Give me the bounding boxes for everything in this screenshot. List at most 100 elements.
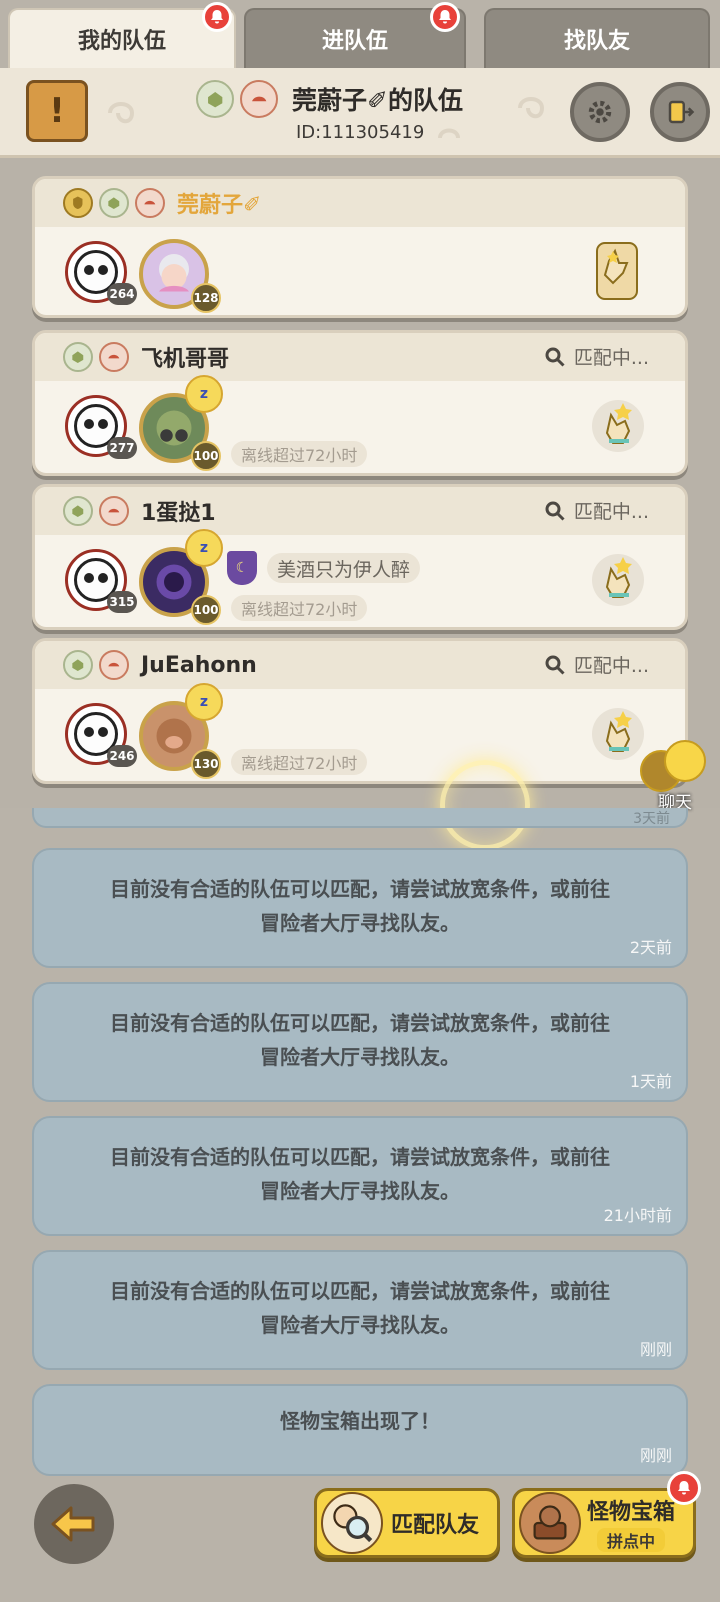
team-title: 莞蔚子✐的队伍 bbox=[292, 86, 463, 115]
message-text-line: 冒险者大厅寻找队友。 bbox=[260, 1179, 460, 1203]
tier-badge-icon bbox=[63, 342, 93, 372]
member-card[interactable]: 飞机哥哥 匹配中... 277 z 100 离线超过72小时 bbox=[32, 330, 688, 476]
monster-chest-button[interactable]: 怪物宝箱 拼点中 bbox=[512, 1471, 701, 1558]
sleeping-emoji-icon: z bbox=[185, 529, 223, 567]
like-hand-button[interactable] bbox=[589, 239, 647, 305]
pet-portrait-icon bbox=[156, 564, 192, 600]
rank-badge-icon bbox=[99, 342, 129, 372]
member-card-body: 264 128 bbox=[35, 227, 685, 315]
back-button[interactable] bbox=[34, 1484, 114, 1564]
rank-badge-icon bbox=[99, 496, 129, 526]
settings-button[interactable] bbox=[570, 82, 630, 142]
member-card[interactable]: 莞蔚子✐ 264 128 bbox=[32, 176, 688, 318]
guild-moon-icon: ☾ bbox=[227, 551, 257, 585]
player-level: 246 bbox=[107, 745, 137, 767]
pet-level: 100 bbox=[191, 595, 221, 625]
matching-label: 匹配中... bbox=[573, 347, 649, 369]
offline-status: 离线超过72小时 bbox=[231, 749, 368, 775]
pet-level: 130 bbox=[191, 749, 221, 779]
monster-chest-label: 怪物宝箱 bbox=[587, 1500, 676, 1525]
search-icon bbox=[545, 347, 565, 367]
message-text-line: 目前没有合适的队伍可以匹配，请尝试放宽条件，或前往 bbox=[110, 1145, 610, 1169]
waving-hand-icon bbox=[592, 554, 644, 606]
matching-status: 匹配中... bbox=[544, 343, 649, 370]
message-time: 刚刚 bbox=[639, 1340, 672, 1359]
boar-chest-icon bbox=[519, 1492, 581, 1554]
tab-join-team[interactable]: 进队伍 bbox=[244, 2, 466, 68]
matching-label: 匹配中... bbox=[573, 655, 649, 677]
tab-join-team-label: 进队伍 bbox=[321, 29, 388, 54]
tab-find-teammate-label: 找队友 bbox=[563, 29, 630, 54]
exclamation-icon: ! bbox=[49, 91, 65, 131]
rank-badge-icon bbox=[99, 650, 129, 680]
message-text-line: 冒险者大厅寻找队友。 bbox=[260, 1045, 460, 1069]
matching-label: 匹配中... bbox=[573, 501, 649, 523]
quest-scroll-button[interactable]: ! bbox=[26, 80, 88, 142]
message-time: 3天前 bbox=[633, 811, 670, 827]
arrow-left-icon bbox=[51, 1506, 95, 1542]
message-text: 目前没有合适的队伍可以匹配，请尝试放宽条件，或前往 冒险者大厅寻找队友。 bbox=[74, 1274, 646, 1342]
team-id: ID:111305419 bbox=[296, 122, 425, 143]
pet-level: 100 bbox=[191, 441, 221, 471]
message-text: 目前没有合适的队伍可以匹配，请尝试放宽条件，或前往 冒险者大厅寻找队友。 bbox=[74, 1140, 646, 1208]
pet-level: 128 bbox=[191, 283, 221, 313]
message-item: 怪物宝箱出现了！ 刚刚 bbox=[32, 1384, 688, 1476]
offline-status: 离线超过72小时 bbox=[231, 441, 368, 467]
message-item: 目前没有合适的队伍可以匹配，请尝试放宽条件，或前往 冒险者大厅寻找队友。 1天前 bbox=[32, 982, 688, 1102]
tier-badge-icon bbox=[63, 650, 93, 680]
leader-badge-icon bbox=[63, 188, 93, 218]
member-card[interactable]: 1蛋挞1 匹配中... 315 z 100 ☾ 美酒只为伊人醉 离线超过72小时 bbox=[32, 484, 688, 630]
member-name: 1蛋挞1 bbox=[141, 501, 216, 526]
chat-button[interactable]: 聊天 bbox=[640, 740, 720, 813]
sleeping-emoji-icon: z bbox=[185, 375, 223, 413]
search-icon bbox=[545, 501, 565, 521]
tab-find-teammate[interactable]: 找队友 bbox=[484, 8, 710, 68]
match-teammate-button[interactable]: 匹配队友 bbox=[314, 1488, 500, 1558]
matching-status: 匹配中... bbox=[544, 497, 649, 524]
message-time: 1天前 bbox=[629, 1072, 672, 1091]
pet-portrait-icon bbox=[156, 410, 192, 446]
search-icon bbox=[545, 655, 565, 675]
member-name: 飞机哥哥 bbox=[141, 347, 230, 372]
tier-badge-icon bbox=[99, 188, 129, 218]
member-name: 莞蔚子✐ bbox=[177, 193, 262, 218]
bell-icon bbox=[667, 1471, 701, 1505]
message-text-line: 怪物宝箱出现了！ bbox=[280, 1409, 440, 1433]
message-time: 2天前 bbox=[629, 938, 672, 957]
message-item-partial: 3天前 bbox=[32, 808, 688, 828]
hand-card-icon bbox=[596, 242, 638, 300]
message-text: 目前没有合适的队伍可以匹配，请尝试放宽条件，或前往 冒险者大厅寻找队友。 bbox=[74, 1006, 646, 1074]
door-exit-icon bbox=[668, 100, 695, 124]
offline-status: 离线超过72小时 bbox=[231, 595, 368, 621]
tab-bar: 我的队伍 进队伍 找队友 bbox=[0, 0, 720, 68]
bell-icon bbox=[202, 2, 232, 32]
message-text-line: 冒险者大厅寻找队友。 bbox=[260, 911, 460, 935]
tier-badge-icon bbox=[196, 80, 234, 118]
guild-name: 美酒只为伊人醉 bbox=[267, 553, 421, 583]
message-text-line: 目前没有合适的队伍可以匹配，请尝试放宽条件，或前往 bbox=[110, 1279, 610, 1303]
team-header: ! 莞蔚子✐的队伍 ID:111305419 bbox=[0, 68, 720, 158]
boar-portrait-icon bbox=[156, 718, 192, 754]
magnifier-character-icon bbox=[321, 1492, 383, 1554]
wave-hand-button[interactable] bbox=[589, 701, 647, 767]
member-card-body: 277 z 100 离线超过72小时 bbox=[35, 375, 685, 473]
guild-info[interactable]: ☾ 美酒只为伊人醉 bbox=[227, 551, 421, 585]
member-card[interactable]: JuEahonn 匹配中... 246 z 130 离线超过72小时 bbox=[32, 638, 688, 784]
matching-status: 匹配中... bbox=[544, 651, 649, 678]
exit-team-button[interactable] bbox=[650, 82, 710, 142]
sparkle-effect bbox=[440, 760, 530, 850]
tab-my-team[interactable]: 我的队伍 bbox=[8, 2, 236, 68]
match-teammate-label: 匹配队友 bbox=[391, 1513, 480, 1538]
wave-hand-button[interactable] bbox=[589, 547, 647, 613]
player-level: 277 bbox=[107, 437, 137, 459]
member-list: 莞蔚子✐ 264 128 飞机哥哥 匹配中... 277 z 100 离线超过7… bbox=[0, 158, 720, 808]
sleeping-emoji-icon: z bbox=[185, 683, 223, 721]
tab-my-team-label: 我的队伍 bbox=[77, 29, 166, 54]
member-card-body: 315 z 100 ☾ 美酒只为伊人醉 离线超过72小时 bbox=[35, 529, 685, 627]
message-time: 刚刚 bbox=[639, 1446, 672, 1465]
bell-icon bbox=[430, 2, 460, 32]
message-item: 目前没有合适的队伍可以匹配，请尝试放宽条件，或前往 冒险者大厅寻找队友。 2天前 bbox=[32, 848, 688, 968]
wave-hand-button[interactable] bbox=[589, 393, 647, 459]
rank-badge-icon bbox=[135, 188, 165, 218]
player-level: 315 bbox=[107, 591, 137, 613]
